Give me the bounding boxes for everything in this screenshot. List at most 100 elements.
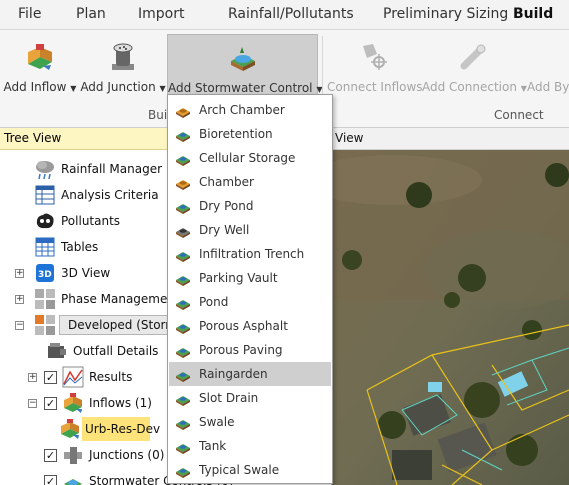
dropdown-item-bioretention[interactable]: Bioretention	[169, 122, 331, 146]
cellular-storage-icon	[176, 156, 190, 166]
dropdown-item-typical-swale[interactable]: Typical Swale	[169, 458, 331, 482]
add-stormwater-control-label: Add Stormwater Control ▼	[168, 81, 323, 95]
dropdown-item-label: Raingarden	[199, 367, 268, 381]
dropdown-item-label: Bioretention	[199, 127, 273, 141]
tree-label: Developed (Storm)	[68, 318, 182, 332]
dropdown-item-raingarden[interactable]: Raingarden	[169, 362, 331, 386]
pipe-connection-icon	[460, 44, 486, 70]
typical-swale-icon	[176, 468, 190, 478]
inflows-checkbox[interactable]: ✓	[44, 397, 57, 410]
dropdown-item-porous-paving[interactable]: Porous Paving	[169, 338, 331, 362]
junctions-checkbox[interactable]: ✓	[44, 449, 57, 462]
phase-developed-icon	[35, 315, 55, 335]
stormwater-control-icon	[64, 479, 82, 485]
tree-label: Outfall Details	[73, 344, 159, 358]
phase-management-icon	[35, 289, 55, 309]
arch-chamber-icon	[176, 108, 190, 118]
chamber-icon	[176, 180, 190, 190]
menu-tab-rainfall-pollutants[interactable]: Rainfall/Pollutants	[228, 6, 354, 22]
infiltration-trench-icon	[176, 252, 190, 262]
menu-tab-file[interactable]: File	[18, 6, 41, 22]
collapse-toggle[interactable]: −	[15, 321, 24, 330]
dropdown-item-swale[interactable]: Swale	[169, 410, 331, 434]
connect-inflows-icon	[363, 44, 387, 70]
collapse-toggle[interactable]: −	[28, 399, 37, 408]
pollutants-icon	[36, 213, 54, 229]
dropdown-item-label: Porous Paving	[199, 343, 283, 357]
dropdown-item-porous-asphalt[interactable]: Porous Asphalt	[169, 314, 331, 338]
dropdown-item-label: Swale	[199, 415, 235, 429]
add-inflow-button[interactable]: Add Inflow ▼	[2, 34, 78, 122]
map-view-header: View	[332, 128, 569, 150]
add-inflow-label: Add Inflow ▼	[3, 80, 77, 94]
menu-tab-preliminary-sizing[interactable]: Preliminary Sizing	[383, 6, 508, 22]
junction-icon	[112, 43, 134, 70]
dropdown-item-label: Dry Well	[199, 223, 250, 237]
add-bypass-label: Add Byp	[527, 80, 569, 94]
dropdown-item-label: Tank	[199, 439, 227, 453]
dropdown-item-dry-pond[interactable]: Dry Pond	[169, 194, 331, 218]
connect-inflows-label: Connect Inflows	[327, 80, 423, 94]
tree-label: Phase Management	[61, 292, 180, 306]
map-view-panel[interactable]: View	[332, 128, 569, 485]
porous-paving-icon	[176, 348, 190, 358]
stormwater-controls-checkbox[interactable]: ✓	[44, 475, 57, 485]
tree-label: Urb-Res-Dev	[85, 422, 161, 436]
svg-text:3D: 3D	[38, 270, 52, 280]
dropdown-item-label: Parking Vault	[199, 271, 278, 285]
tree-label: Tables	[61, 240, 99, 254]
rain-cloud-icon	[36, 161, 54, 180]
add-junction-label: Add Junction ▼	[80, 80, 166, 94]
ribbon-group-connect: Connect	[494, 108, 544, 122]
add-connection-label: Add Connection ▼	[422, 80, 527, 94]
dropdown-item-label: Cellular Storage	[199, 151, 296, 165]
dropdown-item-label: Pond	[199, 295, 229, 309]
porous-asphalt-icon	[176, 324, 190, 334]
3d-view-icon: 3D	[36, 264, 54, 282]
junction-pipe-icon	[64, 447, 82, 464]
results-checkbox[interactable]: ✓	[44, 371, 57, 384]
dropdown-item-tank[interactable]: Tank	[169, 434, 331, 458]
dropdown-item-label: Dry Pond	[199, 199, 254, 213]
dry-pond-icon	[176, 204, 190, 214]
raingarden-icon	[176, 372, 190, 382]
aerial-map-image	[332, 150, 569, 485]
dropdown-item-arch-chamber[interactable]: Arch Chamber	[169, 98, 331, 122]
inflow-icon	[28, 44, 52, 70]
dropdown-item-dry-well[interactable]: Dry Well	[169, 218, 331, 242]
dropdown-item-pond[interactable]: Pond	[169, 290, 331, 314]
pond-icon	[176, 300, 190, 310]
results-chart-icon	[62, 366, 84, 388]
menu-tab-plan[interactable]: Plan	[76, 6, 106, 22]
tree-label: Junctions (0)	[89, 448, 165, 462]
stormwater-control-icon	[230, 47, 255, 71]
menu-tab-import[interactable]: Import	[138, 6, 184, 22]
tree-label: Pollutants	[61, 214, 121, 228]
menu-tab-build[interactable]: Build	[513, 6, 553, 22]
dropdown-item-cellular-storage[interactable]: Cellular Storage	[169, 146, 331, 170]
expand-toggle[interactable]: +	[28, 373, 37, 382]
dropdown-item-label: Typical Swale	[199, 463, 280, 477]
tree-label: Analysis Criteria	[61, 188, 159, 202]
dropdown-item-chamber[interactable]: Chamber	[169, 170, 331, 194]
inflow-icon	[64, 393, 82, 413]
outfall-icon	[48, 343, 66, 358]
parking-vault-icon	[176, 276, 190, 286]
dropdown-item-label: Infiltration Trench	[199, 247, 305, 261]
dropdown-item-label: Chamber	[199, 175, 254, 189]
dropdown-item-infiltration-trench[interactable]: Infiltration Trench	[169, 242, 331, 266]
tank-icon	[176, 444, 190, 454]
dropdown-item-parking-vault[interactable]: Parking Vault	[169, 266, 331, 290]
inflow-icon	[61, 419, 79, 439]
connect-inflows-button[interactable]: Connect Inflows	[327, 34, 423, 122]
bioretention-icon	[176, 132, 190, 142]
dropdown-item-slot-drain[interactable]: Slot Drain	[169, 386, 331, 410]
expand-toggle[interactable]: +	[15, 295, 24, 304]
stormwater-control-dropdown: Arch Chamber Bioretention Cellular Storage…	[167, 94, 333, 484]
tree-label: 3D View	[61, 266, 111, 280]
menu-bar: File Plan Import Rainfall/Pollutants Pre…	[0, 0, 569, 30]
expand-toggle[interactable]: +	[15, 269, 24, 278]
table-icon	[35, 237, 55, 257]
dropdown-item-label: Arch Chamber	[199, 103, 285, 117]
dropdown-item-label: Porous Asphalt	[199, 319, 288, 333]
